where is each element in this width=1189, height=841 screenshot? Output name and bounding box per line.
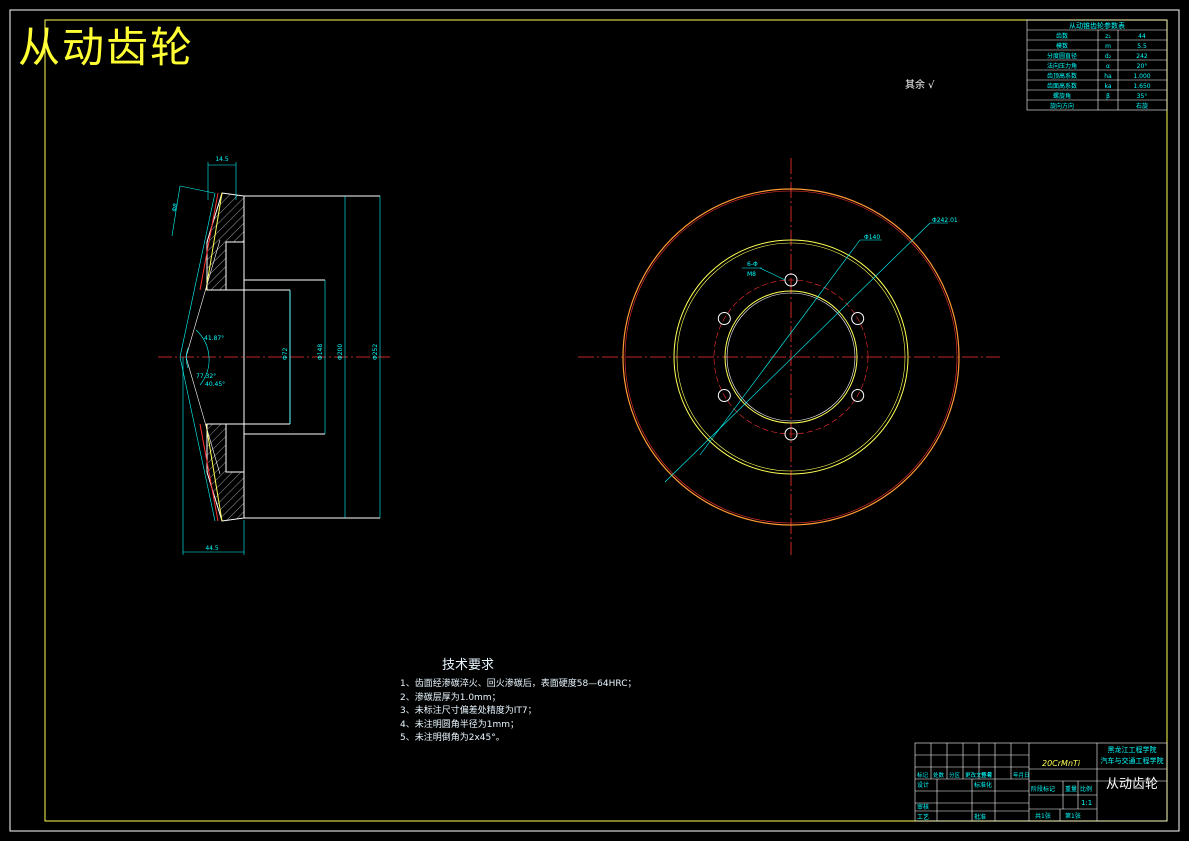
tech-req-item: 4、未注明圆角半径为1mm； bbox=[400, 719, 519, 730]
tech-req-item: 3、未标注尺寸偏差处精度为IT7； bbox=[400, 706, 537, 716]
param-value: 35° bbox=[1137, 93, 1148, 100]
tb-row-approve: 批准 bbox=[974, 813, 986, 821]
tb-material: 20CrMnTi bbox=[1042, 759, 1081, 768]
param-value: 1.650 bbox=[1133, 83, 1150, 90]
tb-stage-mark: 阶段标记 bbox=[1031, 785, 1055, 793]
dim-angle-2: 77.32° bbox=[196, 373, 216, 380]
dim-tooth-height: Φ8 bbox=[171, 203, 179, 213]
param-symbol: ka bbox=[1104, 83, 1111, 90]
param-name: 齿顶高系数 bbox=[1047, 72, 1077, 80]
param-value: 44 bbox=[1138, 33, 1146, 40]
param-value: 5.5 bbox=[1137, 43, 1147, 50]
param-value: 20° bbox=[1137, 63, 1148, 70]
dim-tip-diameter: Φ242.01 bbox=[932, 217, 958, 224]
tb-scale: 1:1 bbox=[1081, 799, 1092, 807]
tb-row-process: 工艺 bbox=[917, 813, 929, 821]
dim-hub: Φ148 bbox=[317, 344, 324, 360]
tb-header-label: 标记 bbox=[917, 771, 929, 779]
param-name: 分度圆直径 bbox=[1047, 52, 1077, 60]
dim-bolt-circle-dia: Φ140 bbox=[864, 234, 880, 241]
dim-angle-1: 41.87° bbox=[204, 335, 224, 342]
param-name: 模数 bbox=[1056, 42, 1068, 50]
tb-row-review: 审核 bbox=[917, 803, 929, 811]
tech-req-item: 1、齿面经渗碳淬火、回火渗碳后，表面硬度58—64HRC； bbox=[400, 679, 637, 689]
param-value: 1.000 bbox=[1133, 73, 1150, 80]
section-view: 14.5 Φ8 41.87° 77.32° 40.45° Φ72 Φ148 Φ2… bbox=[158, 156, 390, 555]
param-name: 螺旋角 bbox=[1053, 92, 1071, 100]
tb-header-label: 签名 bbox=[981, 771, 992, 779]
tb-row-design: 设计 bbox=[917, 781, 929, 789]
front-view: Φ242.01 Φ140 6-Φ M8 bbox=[578, 158, 1000, 555]
dim-hole-thread: M8 bbox=[747, 271, 756, 278]
param-value: 右旋 bbox=[1136, 102, 1148, 110]
param-name: 法向压力角 bbox=[1047, 62, 1077, 70]
param-symbol: d₂ bbox=[1105, 53, 1112, 60]
tb-part-name: 从动齿轮 bbox=[1106, 777, 1158, 792]
dim-hole-count: 6-Φ bbox=[747, 261, 758, 268]
tb-dept: 汽车与交通工程学院 bbox=[1101, 756, 1164, 765]
dim-bolt-circle: Φ200 bbox=[337, 344, 344, 360]
tb-header-label: 分区 bbox=[949, 771, 961, 779]
param-symbol: ha bbox=[1104, 73, 1112, 80]
tb-sheet-total: 共1张 bbox=[1035, 812, 1051, 820]
params-table-header: 从动锥齿轮参数表 bbox=[1069, 21, 1125, 30]
tb-weight: 重量 bbox=[1065, 785, 1077, 793]
dim-outer: Φ252 bbox=[372, 344, 379, 360]
dim-flange-width: 14.5 bbox=[215, 156, 229, 163]
tb-row-standard: 标准化 bbox=[974, 781, 992, 789]
tb-header-label: 年月日 bbox=[1013, 771, 1030, 779]
surface-finish-mark: 其余 √ bbox=[905, 78, 935, 91]
params-rows: 齿数 z₂ 44 模数 m 5.5 分度圆直径 d₂ 242 法向压力角 α 20° 齿顶高系数 ha 1.… bbox=[1047, 32, 1151, 110]
param-name: 旋向方向 bbox=[1050, 102, 1074, 110]
tech-req-item: 5、未注明倒角为2x45°。 bbox=[400, 733, 505, 743]
dim-total-width: 44.5 bbox=[205, 545, 219, 552]
param-symbol: β bbox=[1106, 93, 1110, 100]
param-symbol: α bbox=[1106, 63, 1110, 70]
param-value: 242 bbox=[1136, 53, 1148, 60]
tb-scale-label: 比例 bbox=[1080, 785, 1092, 793]
tb-header-label: 处数 bbox=[933, 771, 945, 779]
title-block-header-labels: 标记 处数 分区 更改文件号签名 年月日 bbox=[917, 771, 1030, 779]
param-name: 齿面高系数 bbox=[1047, 82, 1077, 90]
tech-req-item: 2、渗碳层厚为1.0mm； bbox=[400, 692, 501, 703]
param-name: 齿数 bbox=[1056, 32, 1068, 40]
param-symbol: m bbox=[1105, 43, 1111, 50]
dim-bore: Φ72 bbox=[282, 347, 289, 360]
tech-req-title: 技术要求 bbox=[442, 658, 495, 673]
tb-school: 黑龙江工程学院 bbox=[1108, 745, 1157, 754]
tech-req-list: 1、齿面经渗碳淬火、回火渗碳后，表面硬度58—64HRC； 2、渗碳层厚为1.0… bbox=[400, 678, 637, 746]
param-symbol: z₂ bbox=[1105, 33, 1111, 40]
tb-sheet-no: 第1张 bbox=[1065, 812, 1081, 820]
dim-angle-3: 40.45° bbox=[205, 381, 225, 388]
